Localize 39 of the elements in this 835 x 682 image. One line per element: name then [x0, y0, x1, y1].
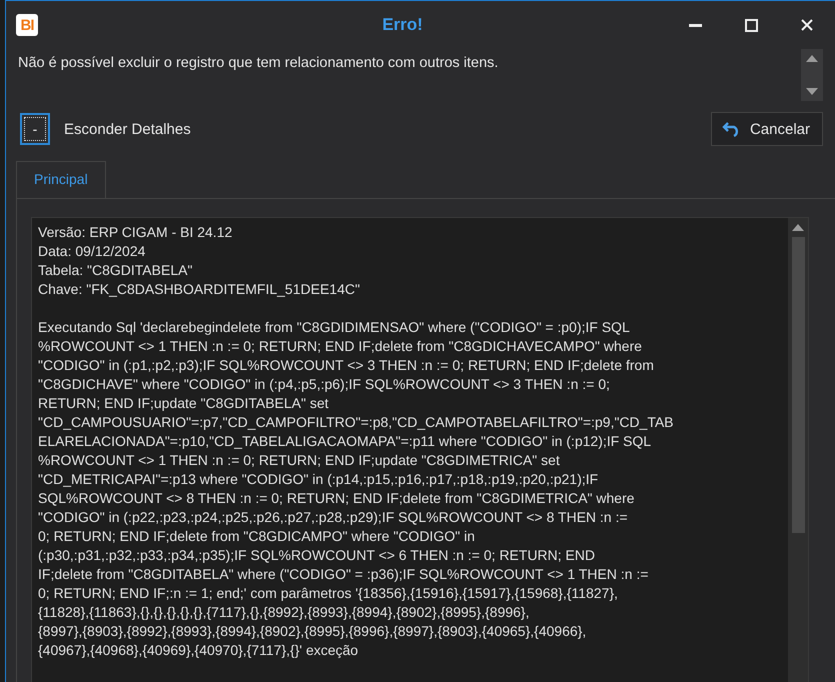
sql-line: {8997},{8903},{8992},{8993},{8994},{8902},{8995},{8996},{8997},{8903},{40965},{40966}, [38, 622, 588, 641]
sql-line: Executando Sql 'declarebegindelete from "C8GDIDIMENSAO" where ("CODIGO" = :p0);IF SQL [38, 318, 631, 337]
detail-line: Tabela: "C8GDITABELA" [38, 261, 194, 280]
details-toggle-label: Esconder Detalhes [64, 120, 192, 138]
sql-line: 0; RETURN; END IF;delete from "C8GDICAMPO" where "CODIGO" in [38, 527, 476, 546]
sql-line: (:p30,:p31,:p32,:p33,:p34,:p35);IF SQL%ROWCOUNT <> 6 THEN :n := 0; RETURN; END [38, 546, 596, 565]
maximize-icon[interactable] [744, 18, 758, 32]
sql-line: "C8GDICHAVE" where "CODIGO" in (:p4,:p5,:p6);IF SQL%ROWCOUNT <> 3 THEN :n := 0; [38, 375, 611, 394]
scroll-thumb[interactable] [792, 237, 804, 533]
close-icon[interactable] [801, 19, 813, 31]
app-logo: BI [16, 14, 38, 36]
details-text-area[interactable] [31, 217, 809, 682]
details-scrollbar[interactable] [788, 218, 808, 682]
sql-line: "CD_CAMPOUSUARIO"=:p7,"CD_CAMPOFILTRO"=:p8,"CD_CAMPOTABELAFILTRO"=:p9,"CD_TAB [38, 413, 675, 432]
scroll-down-icon[interactable] [806, 88, 818, 95]
sql-line: 0; RETURN; END IF;:n := 1; end;' com parâmetros '{18356},{15916},{15917},{15968},{11827}, [38, 584, 619, 603]
cancel-button[interactable]: Cancelar [710, 112, 823, 146]
sql-line: "CD_METRICAPAI"=:p13 where "CODIGO" in (:p14,:p15,:p16,:p17,:p18,:p19,:p20,:p21);IF [38, 470, 600, 489]
sql-line: {11828},{11863},{},{},{},{},{},{7117},{},{8992},{8993},{8994},{8902},{8995},{8996}, [38, 603, 530, 622]
sql-line: SQL%ROWCOUNT <> 8 THEN :n := 0; RETURN; END IF;delete from "C8GDIMETRICA" where [38, 489, 636, 508]
sql-line: "CODIGO" in (:p1,:p2,:p3);IF SQL%ROWCOUNT <> 3 THEN :n := 0; RETURN; END IF;delete from [38, 356, 655, 375]
sql-line: IF;delete from "C8GDITABELA" where ("CODIGO" = :p36);IF SQL%ROWCOUNT <> 1 THEN :n := [38, 565, 650, 584]
details-toggle-button[interactable]: - [20, 113, 50, 145]
sql-line: %ROWCOUNT <> 1 THEN :n := 0; RETURN; END IF;update "C8GDIMETRICA" set [38, 451, 561, 470]
scroll-up-icon[interactable] [806, 55, 818, 62]
scroll-up-icon[interactable] [792, 224, 804, 231]
sql-line: RETURN; END IF;update "C8GDITABELA" set [38, 394, 330, 413]
tab[interactable]: Principal [16, 161, 106, 198]
sql-line: %ROWCOUNT <> 1 THEN :n := 0; RETURN; END IF;delete from "C8GDICHAVECAMPO" where [38, 337, 643, 356]
detail-line: Data: 09/12/2024 [38, 242, 146, 261]
message-scrollbar[interactable] [801, 49, 823, 101]
sql-line: {40967},{40968},{40969},{40970},{7117},{}' exceção [38, 641, 360, 660]
detail-line: Chave: "FK_C8DASHBOARDITEMFIL_51DEE14C" [38, 280, 361, 299]
minimize-icon[interactable] [688, 24, 702, 26]
error-message: Não é possível excluir o registro que tem relacionamento com outros itens. [18, 54, 500, 73]
sql-line: "CODIGO" in (:p22,:p23,:p24,:p25,:p26,:p27,:p28,:p29);IF SQL%ROWCOUNT <> 8 THEN :n := [38, 508, 629, 527]
sql-line: ELARELACIONADA"=:p10,"CD_TABELALIGACAOMAPA"=:p11 where "CODIGO" in (:p12);IF SQL [38, 432, 652, 451]
window-title: Erro! [381, 15, 424, 35]
detail-line: Versão: ERP CIGAM - BI 24.12 [38, 223, 234, 242]
